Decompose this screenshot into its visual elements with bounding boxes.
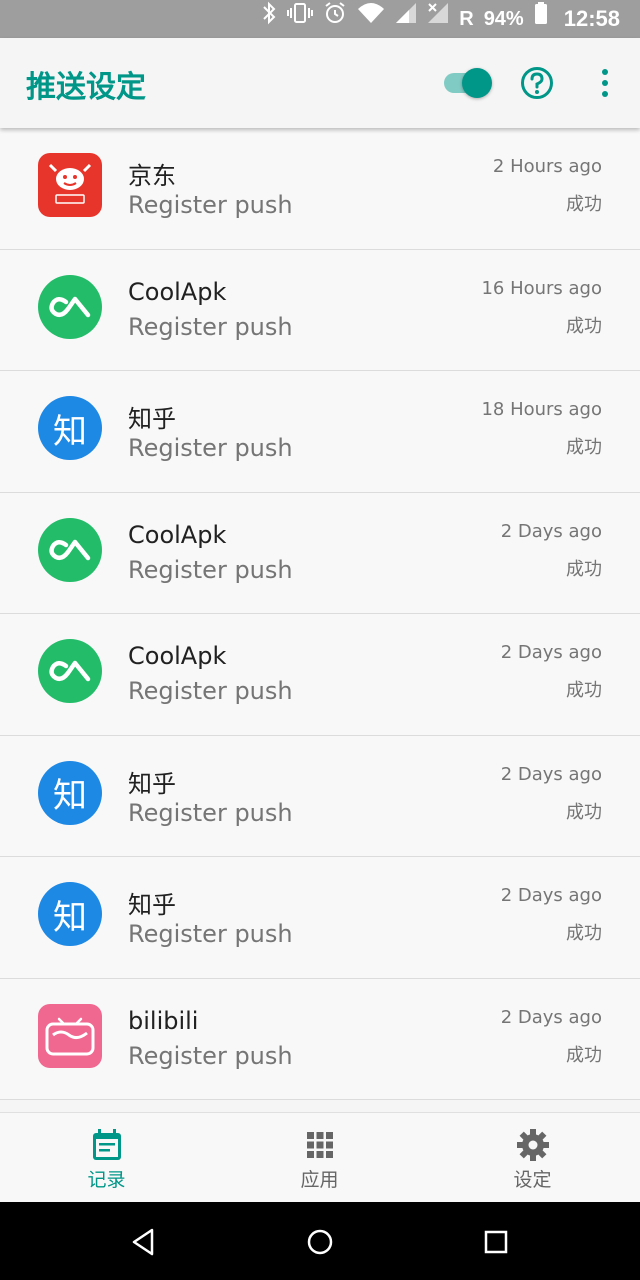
apps-grid-icon — [306, 1132, 333, 1158]
record-status: 成功 — [566, 437, 602, 458]
record-action: Register push — [128, 312, 293, 341]
record-action: Register push — [128, 191, 293, 219]
vibrate-icon — [287, 0, 314, 38]
nav-records-label: 记录 — [87, 1169, 126, 1191]
record-action: Register push — [128, 677, 293, 705]
app-name: CoolApk — [128, 642, 227, 670]
status-icons: R 94% 12:58 — [261, 0, 620, 38]
record-time: 16 Hours ago — [481, 277, 602, 299]
roaming-indicator: R — [459, 8, 474, 30]
record-action: Register push — [128, 1041, 293, 1070]
app-name: 京东 — [128, 162, 176, 190]
nav-records[interactable]: 记录 — [0, 1113, 213, 1203]
coolapk-icon — [38, 517, 102, 582]
wifi-icon — [357, 0, 385, 38]
list-item[interactable]: 知 知乎 Register push 2 Days ago 成功 — [0, 735, 640, 857]
list-item[interactable]: CoolApk Register push 2 Days ago 成功 — [0, 614, 640, 736]
list-item[interactable]: CoolApk Register push 16 Hours ago 成功 — [0, 249, 640, 371]
calendar-list-icon — [92, 1129, 121, 1160]
record-action: Register push — [128, 555, 293, 584]
list-item[interactable]: bilibili Register push 2 Days ago 成功 — [0, 978, 640, 1100]
record-time: 18 Hours ago — [481, 399, 602, 420]
app-name: 知乎 — [128, 891, 176, 919]
app-name: 知乎 — [128, 405, 176, 433]
overflow-menu-button[interactable] — [590, 68, 620, 98]
app-name: CoolApk — [128, 277, 227, 306]
app-name: CoolApk — [128, 520, 227, 549]
record-time: 2 Days ago — [500, 642, 602, 663]
zhihu-icon: 知 — [38, 760, 102, 825]
help-icon — [521, 67, 553, 99]
signal-icon — [395, 0, 417, 38]
battery-percent: 94% — [483, 8, 524, 30]
record-status: 成功 — [566, 801, 602, 823]
nav-apps-label: 应用 — [300, 1169, 339, 1191]
record-status: 成功 — [566, 923, 602, 944]
toggle-thumb — [462, 68, 492, 98]
bluetooth-icon — [261, 0, 277, 38]
app-bar: 推送设定 — [0, 38, 640, 128]
list-item[interactable]: 京东 Register push 2 Hours ago 成功 — [0, 128, 640, 250]
record-time: 2 Days ago — [500, 520, 602, 542]
app-name: bilibili — [128, 1006, 199, 1035]
home-icon[interactable] — [302, 1224, 338, 1260]
push-enable-toggle[interactable] — [444, 68, 494, 98]
battery-icon — [534, 0, 548, 38]
record-time: 2 Hours ago — [492, 156, 602, 177]
bottom-navigation: 记录 应用 设定 — [0, 1112, 640, 1202]
list-item[interactable]: 知 知乎 Register push 18 Hours ago 成功 — [0, 371, 640, 493]
status-bar: R 94% 12:58 — [0, 0, 640, 38]
signal-no-data-icon — [427, 0, 449, 38]
record-status: 成功 — [566, 315, 602, 337]
record-time: 2 Days ago — [500, 763, 602, 785]
more-vert-icon — [602, 69, 608, 97]
push-record-list: 京东 Register push 2 Hours ago 成功 CoolApk … — [0, 128, 640, 1100]
recents-icon[interactable] — [478, 1224, 514, 1260]
page-title: 推送设定 — [26, 70, 146, 105]
zhihu-icon: 知 — [38, 882, 102, 946]
record-status: 成功 — [566, 194, 602, 215]
bilibili-icon — [38, 1003, 102, 1068]
coolapk-icon — [38, 639, 102, 703]
nav-settings[interactable]: 设定 — [426, 1113, 639, 1203]
help-button[interactable] — [520, 66, 554, 100]
back-icon[interactable] — [126, 1224, 162, 1260]
record-action: Register push — [128, 434, 293, 462]
app-name: 知乎 — [128, 769, 176, 798]
clock: 12:58 — [563, 6, 620, 31]
list-item[interactable]: 知 知乎 Register push 2 Days ago 成功 — [0, 857, 640, 979]
record-status: 成功 — [566, 1044, 602, 1066]
alarm-icon — [323, 0, 347, 38]
gear-icon — [516, 1129, 549, 1161]
zhihu-icon: 知 — [38, 396, 102, 460]
coolapk-icon — [38, 274, 102, 339]
record-status: 成功 — [566, 558, 602, 580]
nav-apps[interactable]: 应用 — [213, 1113, 426, 1203]
nav-settings-label: 设定 — [513, 1169, 552, 1191]
list-item[interactable]: CoolApk Register push 2 Days ago 成功 — [0, 492, 640, 614]
record-action: Register push — [128, 920, 293, 948]
record-status: 成功 — [566, 680, 602, 701]
system-navigation-bar — [0, 1202, 640, 1280]
record-time: 2 Days ago — [500, 885, 602, 906]
record-action: Register push — [128, 798, 293, 827]
jd-icon — [38, 153, 102, 217]
record-time: 2 Days ago — [500, 1006, 602, 1028]
